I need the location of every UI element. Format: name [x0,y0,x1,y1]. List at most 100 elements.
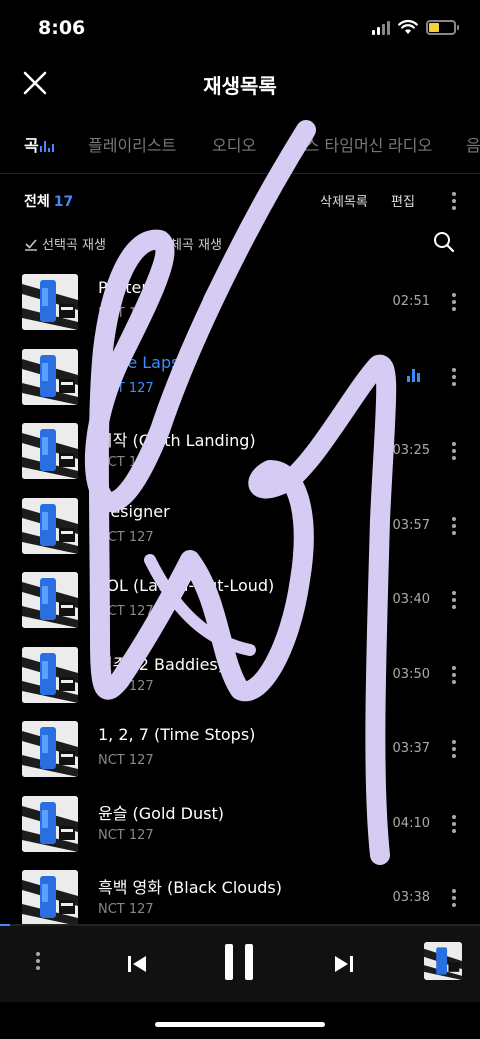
status-bar: 8:06 [0,0,480,58]
album-art-graphic [22,348,78,405]
more-vert-icon[interactable] [444,515,464,537]
song-row[interactable]: 시작 (Cloth Landing) NCT 127 03:25 [0,413,480,487]
album-art-graphic [22,572,78,628]
song-duration: 03:25 [392,443,430,458]
pause-icon[interactable] [222,942,256,982]
song-row[interactable]: Designer NCT 127 03:57 [0,488,480,562]
tab-audio[interactable]: 오디오 [212,132,256,156]
song-artist: NCT 127 [98,902,154,917]
song-artist: NCT 127 [98,678,154,694]
deleted-list-button[interactable]: 삭제목록 [320,191,368,210]
play-all-label: 전체곡 재생 [158,238,222,253]
album-art-graphic [22,795,78,852]
now-playing-album-art[interactable] [424,942,462,980]
more-vert-icon[interactable] [444,813,464,835]
previous-icon[interactable] [125,952,149,976]
album-art [22,795,78,852]
more-vert-icon[interactable] [444,887,464,909]
next-icon[interactable] [332,952,356,976]
song-duration: 03:38 [392,890,430,905]
play-outline-icon [142,237,154,250]
song-artist: NCT 127 [98,306,154,321]
album-art-graphic [22,646,78,703]
total-count: 전체 17 [24,191,73,211]
status-icons [372,20,459,35]
song-duration: 03:40 [392,592,430,607]
song-row[interactable]: Poster NCT 127 02:51 [0,264,480,338]
song-title: Designer [98,501,170,521]
song-artist: NCT 127 [98,827,154,843]
tab-playlists[interactable]: 플레이리스트 [88,132,176,156]
song-row[interactable]: 질주 (2 Baddies) NCT 127 03:50 [0,637,480,711]
song-artist: NCT 127 [98,455,154,470]
search-icon[interactable] [432,230,456,254]
song-duration: 03:50 [392,666,430,682]
album-art [22,646,78,703]
total-label: 전체 [24,194,50,210]
album-art-graphic [22,870,78,926]
play-selected-button[interactable]: 선택곡 재생 [24,234,106,253]
song-artist: NCT 127 [98,753,154,768]
song-row[interactable]: LOL (Laugh-Out-Loud) NCT 127 03:40 [0,562,480,636]
more-vert-icon[interactable] [444,589,464,611]
page-title: 재생목록 [203,74,277,98]
check-icon [25,238,37,251]
song-duration: 02:51 [392,294,430,309]
album-art [22,274,78,330]
song-duration: 04:10 [392,815,430,831]
total-number: 17 [53,194,74,210]
mini-player [0,926,480,1002]
album-art [22,348,78,405]
song-title: Poster [98,278,148,297]
album-art-graphic [22,721,78,777]
more-vert-icon[interactable] [444,664,464,686]
equalizer-icon [40,140,54,152]
album-art-graphic [22,274,78,330]
album-art [22,721,78,777]
song-row[interactable]: 윤슬 (Gold Dust) NCT 127 04:10 [0,786,480,860]
song-title: 1, 2, 7 (Time Stops) [98,725,256,744]
tab-bar: 곡 플레이리스트 오디오 믹스 타임머신 라디오 음 [0,118,480,174]
song-row[interactable]: 1, 2, 7 (Time Stops) NCT 127 03:37 [0,711,480,785]
more-vert-icon[interactable] [444,190,464,212]
song-title: 시작 (Cloth Landing) [98,431,256,450]
player-more-icon[interactable] [28,950,48,972]
list-toolbar: 전체 17 삭제목록 편집 [0,186,480,216]
song-duration: 03:37 [392,741,430,756]
song-title: LOL (Laugh-Out-Loud) [98,576,275,595]
status-time: 8:06 [38,17,86,39]
edit-button[interactable]: 편집 [391,191,415,210]
play-selected-label: 선택곡 재생 [42,238,106,253]
album-art [22,423,78,479]
song-title: 질주 (2 Baddies) [98,654,224,674]
tab-mix-timemachine[interactable]: 믹스 타임머신 [290,132,383,156]
song-artist: NCT 127 [98,529,154,545]
home-indicator [155,1022,325,1027]
song-title: 흑백 영화 (Black Clouds) [98,878,282,897]
tab-radio[interactable]: 라디오 [388,132,432,156]
battery-icon [426,20,459,35]
song-title: Time Lapse [98,352,190,372]
more-vert-icon[interactable] [444,440,464,462]
play-all-button[interactable]: 전체곡 재생 [140,234,222,253]
more-vert-icon[interactable] [444,366,464,388]
song-artist: NCT 127 [98,380,154,396]
song-row[interactable]: Time Lapse NCT 127 [0,339,480,413]
wifi-icon [398,20,418,34]
song-duration: 03:57 [392,517,430,533]
header: 재생목록 [0,58,480,108]
album-art [22,572,78,628]
tab-more[interactable]: 음 [466,132,480,156]
more-vert-icon[interactable] [444,291,464,313]
song-artist: NCT 127 [98,604,154,619]
play-actions: 선택곡 재생 전체곡 재생 [0,228,480,258]
album-art-graphic [22,423,78,479]
song-title: 윤슬 (Gold Dust) [98,803,224,823]
album-art [22,870,78,926]
more-vert-icon[interactable] [444,738,464,760]
tab-songs[interactable]: 곡 [24,132,39,156]
cellular-signal-icon [372,20,390,35]
now-playing-icon [407,368,420,382]
song-row[interactable]: 흑백 영화 (Black Clouds) NCT 127 03:38 [0,860,480,934]
album-art [22,497,78,554]
